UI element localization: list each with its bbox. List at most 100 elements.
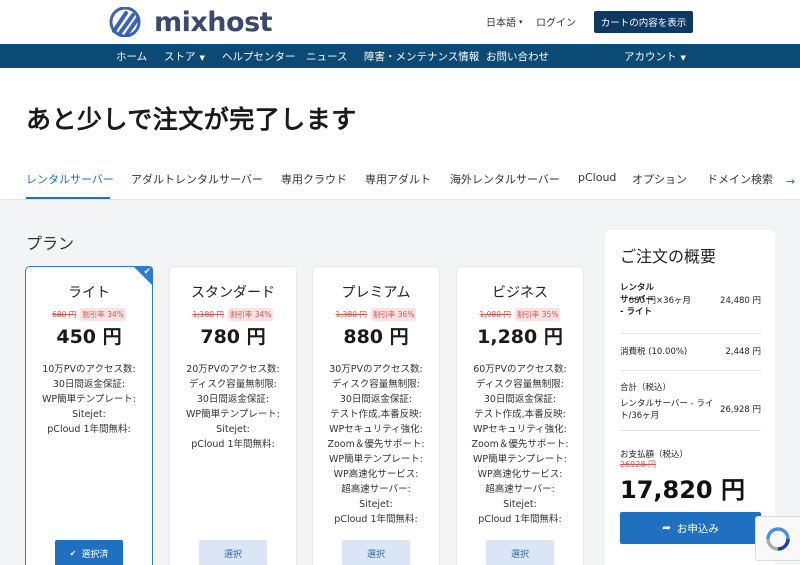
plan-card-lite[interactable]: ✔ ライト 680 円 割引率 34% 450 円 10万PVのアクセス数: 3…: [25, 266, 153, 565]
nav-label: ホーム: [116, 51, 148, 63]
discount-badge: 割引率 35%: [514, 308, 561, 321]
plan-price: 450 円: [56, 326, 122, 348]
check-icon: ✔: [143, 267, 151, 277]
feature-item: テスト作成,本番反映:: [474, 409, 566, 420]
feature-item: WP高速化サービス:: [333, 469, 419, 480]
feature-item: 30日間返金保証:: [339, 394, 413, 405]
old-price: 1,980 円: [479, 310, 511, 319]
old-price: 680 円: [52, 310, 77, 319]
feature-item: WPセキュリティ強化:: [473, 424, 567, 435]
plan-name: プレミアム: [341, 285, 411, 301]
tab-rental-server[interactable]: レンタルサーバー: [26, 171, 114, 187]
feature-item: Sitejet:: [72, 409, 106, 420]
nav-label: ニュース: [306, 51, 348, 63]
select-button[interactable]: 選択: [342, 540, 410, 565]
price-row: 1,380 円 割引率 36%: [313, 308, 439, 321]
feature-item: WP簡単テンプレート:: [41, 394, 137, 405]
mixhost-logo[interactable]: mixhost: [106, 6, 273, 38]
plan-card-standard[interactable]: スタンダード 1,180 円 割引率 34% 780 円 20万PVのアクセス数…: [169, 266, 297, 565]
plan-price: 780 円: [200, 326, 266, 348]
feature-item: pCloud 1年間無料:: [334, 514, 418, 525]
subtotal-label: 合計（税込）: [620, 383, 672, 393]
view-cart-button[interactable]: カートの内容を表示: [594, 11, 693, 33]
feature-list: 20万PVのアクセス数: ディスク容量無制限: 30日間返金保証: WP簡単テン…: [170, 362, 296, 452]
feature-item: pCloud 1年間無料:: [191, 439, 275, 450]
main-nav: ホーム ストア ▼ ヘルプセンター ニュース 障害・メンテナンス情報 お問い合わせ…: [0, 44, 800, 68]
recaptcha-badge[interactable]: [755, 516, 800, 561]
login-link[interactable]: ログイン: [536, 14, 576, 29]
feature-item: Sitejet:: [216, 424, 250, 435]
summary-item-row: レンタル サーバー - ライト 680 円×36ヶ月 24,480 円: [620, 282, 761, 322]
feature-item: WP簡単テンプレート:: [472, 454, 568, 465]
divider: [620, 333, 761, 334]
feature-item: 30万PVのアクセス数:: [329, 364, 423, 375]
feature-item: 超高速サーバー:: [485, 484, 555, 495]
plan-name: ビジネス: [492, 285, 548, 301]
submit-order-button[interactable]: ➦ お申込み: [620, 512, 761, 544]
tab-overseas-rental-server[interactable]: 海外レンタルサーバー: [450, 171, 560, 187]
price-row: 1,980 円 割引率 35%: [457, 308, 583, 321]
nav-label: お問い合わせ: [486, 51, 549, 63]
active-tab-indicator: [26, 197, 110, 199]
nav-label: ストア: [164, 51, 196, 63]
plan-card-premium[interactable]: プレミアム 1,380 円 割引率 36% 880 円 30万PVのアクセス数:…: [312, 266, 440, 565]
feature-item: pCloud 1年間無料:: [478, 514, 562, 525]
plan-card-business[interactable]: ビジネス 1,980 円 割引率 35% 1,280 円 60万PVのアクセス数…: [456, 266, 584, 565]
feature-item: 超高速サーバー:: [341, 484, 411, 495]
item-total: 24,480 円: [720, 296, 761, 306]
feature-item: Sitejet:: [359, 499, 393, 510]
tab-adult-rental-server[interactable]: アダルトレンタルサーバー: [131, 171, 263, 187]
order-summary: ご注文の概要 レンタル サーバー - ライト 680 円×36ヶ月 24,480…: [605, 230, 775, 565]
language-label: 日本語: [486, 18, 516, 29]
nav-item-home[interactable]: ホーム: [116, 49, 147, 64]
category-tabs: レンタルサーバー アダルトレンタルサーバー 専用クラウド 専用アダルト 海外レン…: [0, 168, 800, 200]
item-name-line: レンタル: [620, 283, 655, 293]
nav-label: アカウント: [624, 51, 677, 63]
tab-options[interactable]: オプション: [632, 171, 687, 187]
top-bar: mixhost 日本語 ▾ ログイン カートの内容を表示: [0, 0, 800, 44]
nav-item-maintenance[interactable]: 障害・メンテナンス情報: [364, 49, 479, 64]
tab-domain-search[interactable]: ドメイン検索: [707, 171, 773, 187]
select-button[interactable]: 選択: [486, 540, 554, 565]
tax-row: 消費税 (10.00%) 2,448 円: [620, 345, 761, 359]
feature-item: 20万PVのアクセス数:: [186, 364, 280, 375]
feature-item: Zoom＆優先サポート:: [327, 439, 425, 450]
feature-item: WPセキュリティ強化:: [329, 424, 423, 435]
button-label: お申込み: [676, 522, 719, 535]
nav-item-news[interactable]: ニュース: [306, 49, 347, 64]
feature-item: 30日間返金保証:: [483, 394, 557, 405]
item-unit-price: 680 円×36ヶ月: [628, 296, 691, 306]
language-selector[interactable]: 日本語 ▾: [486, 14, 523, 30]
chevron-down-icon: ▼: [199, 54, 205, 62]
nav-item-help-center[interactable]: ヘルプセンター: [222, 49, 296, 64]
arrow-right-icon[interactable]: →: [786, 175, 795, 188]
nav-item-store[interactable]: ストア ▼: [164, 49, 205, 64]
feature-item: 10万PVのアクセス数:: [42, 364, 136, 375]
feature-item: 30日間返金保証:: [196, 394, 270, 405]
divider: [620, 370, 761, 371]
chevron-down-icon: ▾: [519, 17, 523, 26]
select-button[interactable]: 選択: [199, 540, 267, 565]
feature-item: テスト作成,本番反映:: [330, 409, 422, 420]
nav-item-account[interactable]: アカウント ▼: [624, 49, 686, 64]
price-row: 1,180 円 割引率 34%: [170, 308, 296, 321]
discount-badge: 割引率 36%: [370, 308, 417, 321]
feature-list: 30万PVのアクセス数: ディスク容量無制限: 30日間返金保証: テスト作成,…: [313, 362, 439, 527]
plan-name: ライト: [68, 285, 110, 301]
plans-heading: プラン: [26, 234, 75, 253]
check-icon: ✔: [69, 548, 77, 558]
nav-label: 障害・メンテナンス情報: [364, 51, 480, 63]
feature-item: WP簡単テンプレート:: [328, 454, 424, 465]
nav-item-contact[interactable]: お問い合わせ: [486, 49, 549, 64]
page-title: あと少しで注文が完了します: [26, 105, 357, 134]
feature-item: pCloud 1年間無料:: [47, 424, 131, 435]
plan-price: 880 円: [343, 326, 409, 348]
selected-button[interactable]: ✔ 選択済: [55, 540, 123, 565]
tab-pcloud[interactable]: pCloud: [578, 171, 616, 184]
logo-text: mixhost: [154, 6, 273, 38]
tab-dedicated-adult[interactable]: 専用アダルト: [365, 171, 431, 187]
tab-dedicated-cloud[interactable]: 専用クラウド: [281, 171, 347, 187]
button-label: 選択済: [81, 549, 109, 560]
price-row: 680 円 割引率 34%: [26, 308, 152, 321]
discount-badge: 割引率 34%: [227, 308, 274, 321]
